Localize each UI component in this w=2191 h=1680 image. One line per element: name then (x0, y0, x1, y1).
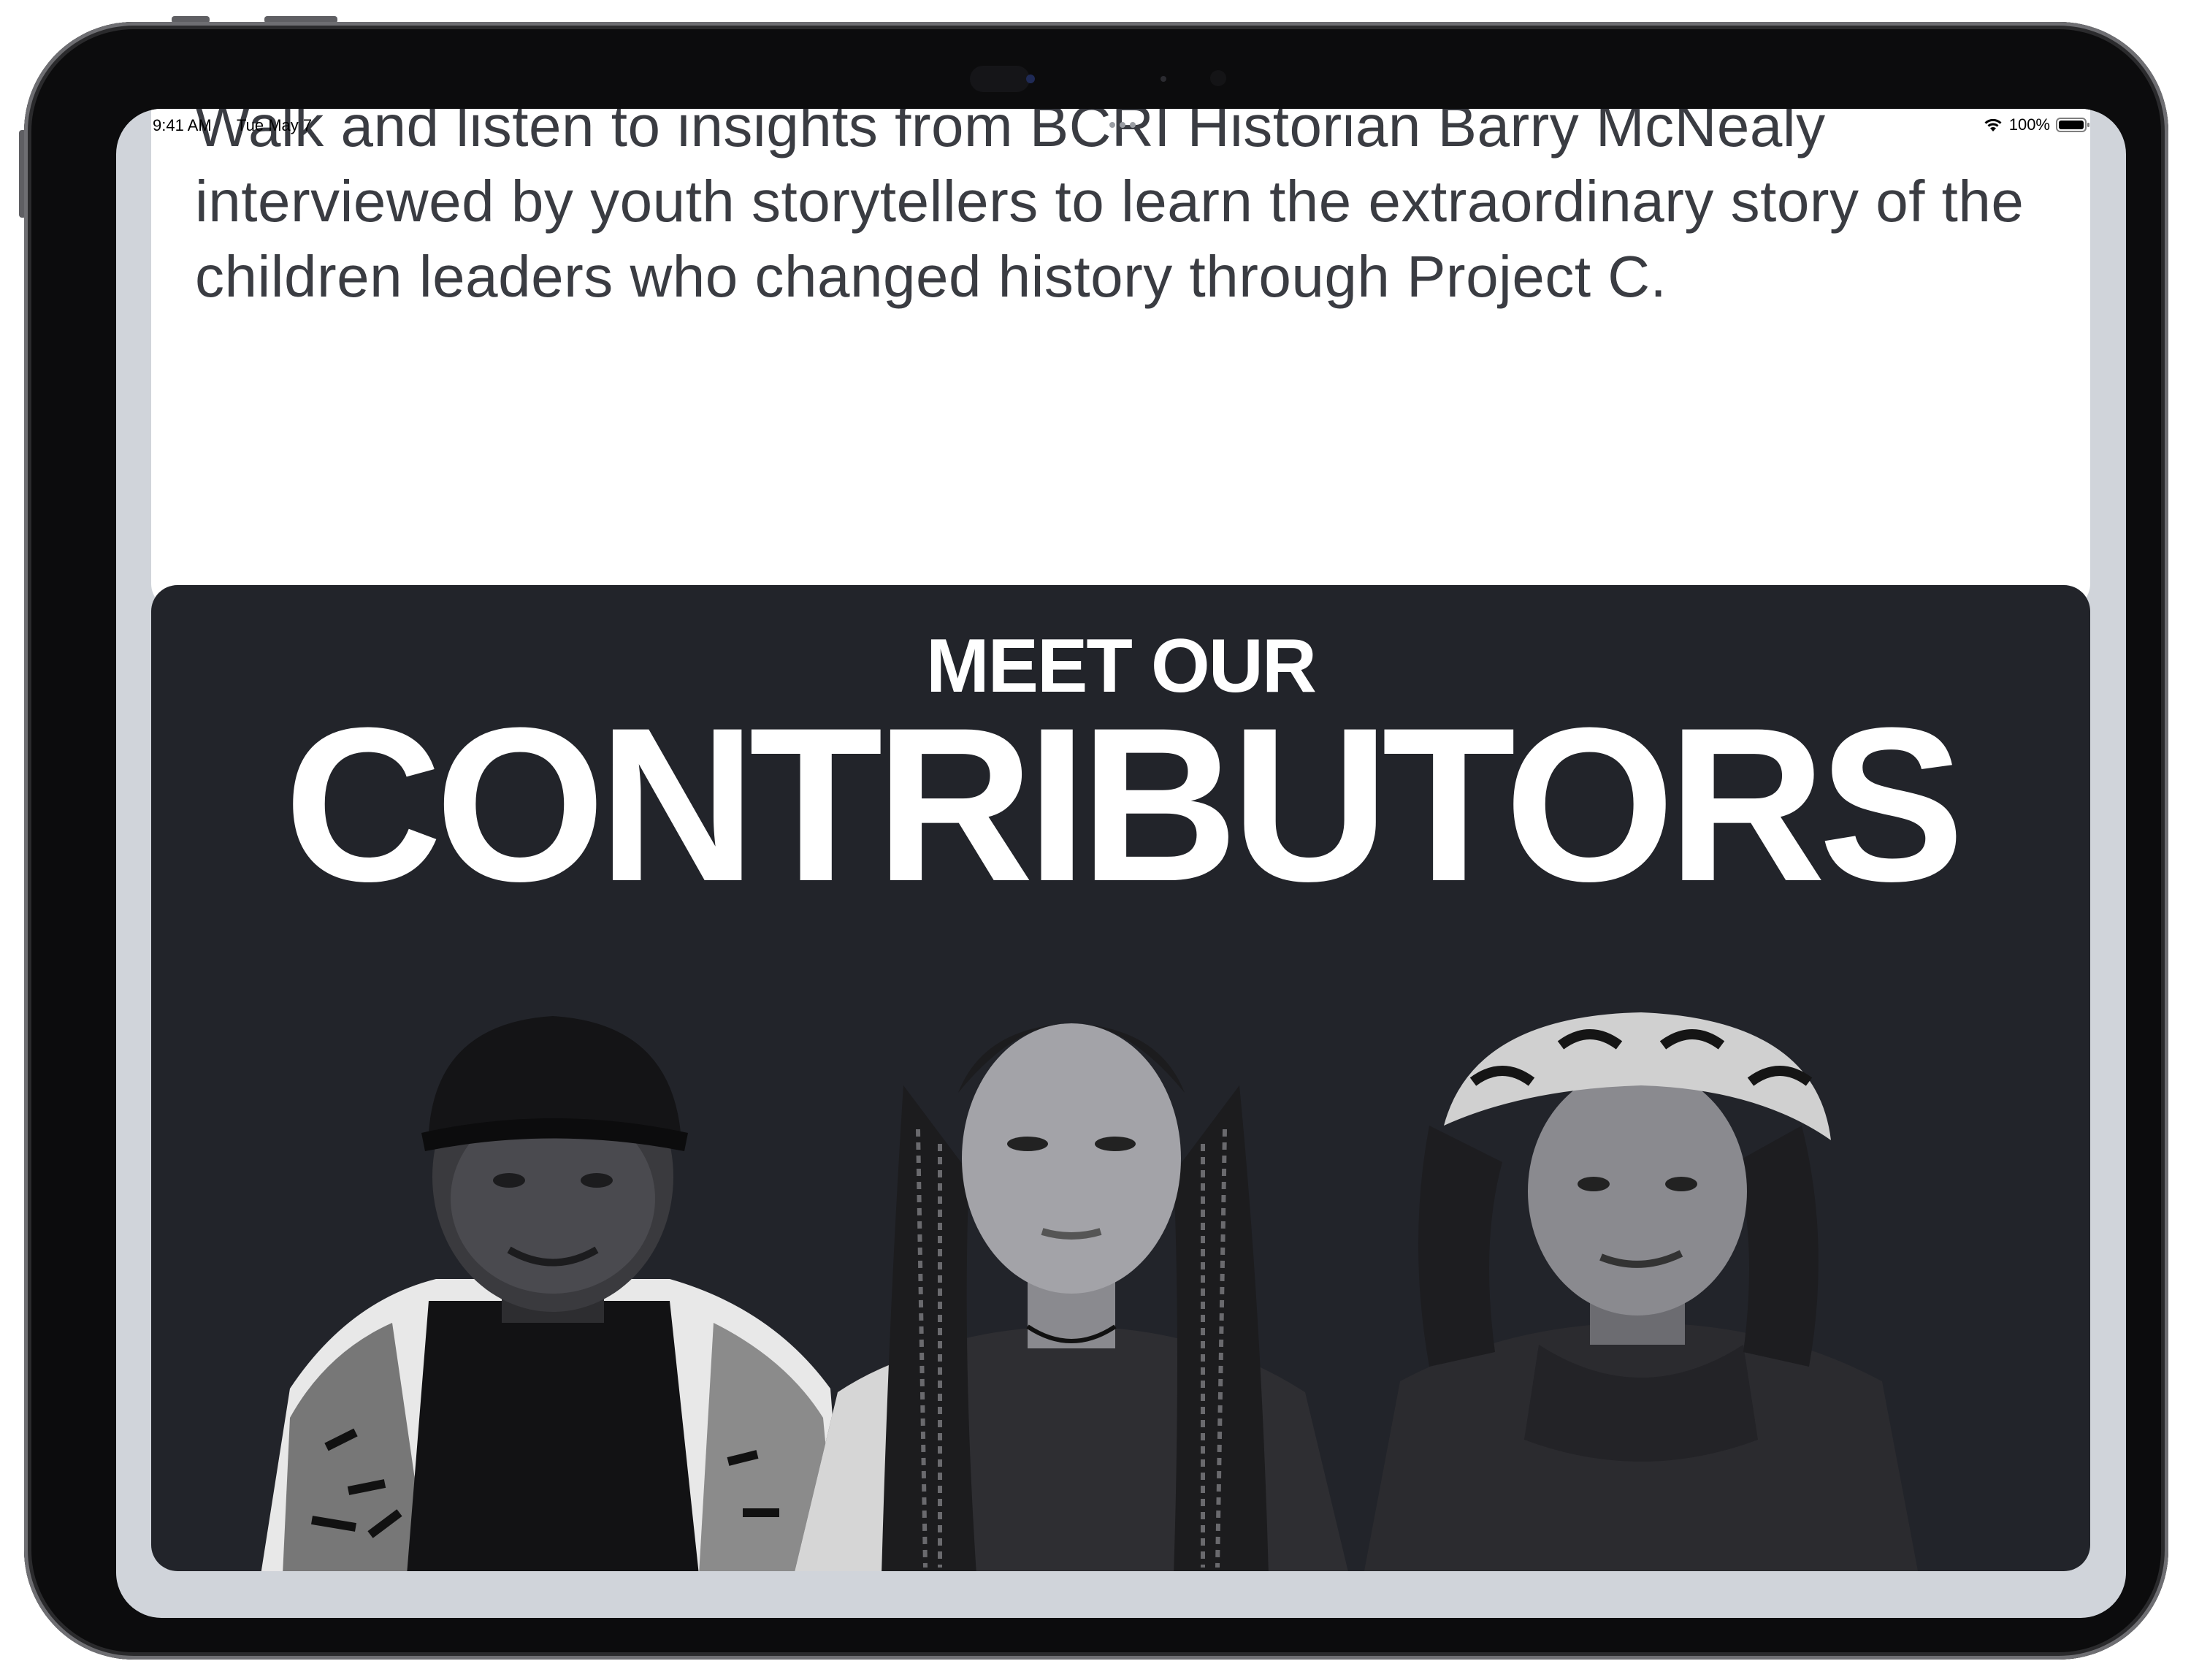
camera-lens (1026, 75, 1035, 83)
battery-percent: 100% (2008, 115, 2050, 134)
status-right: 100% (1983, 115, 2091, 134)
sensor-dot (1160, 76, 1166, 82)
status-time: 9:41 AM (153, 116, 212, 134)
multitasking-indicator[interactable] (1109, 122, 1136, 128)
status-date: Tue May 7 (237, 116, 313, 134)
battery-icon (2056, 117, 2091, 133)
screen: Walk and listen to insights from BCRI Hi… (116, 109, 2126, 1618)
intro-card: Walk and listen to insights from BCRI Hi… (151, 109, 2090, 610)
contributor-photo-left (261, 1009, 845, 1571)
camera-housing (970, 66, 1030, 92)
tablet-frame: Walk and listen to insights from BCRI Hi… (24, 22, 2168, 1660)
contributor-photo-right (1349, 1001, 1933, 1571)
sensor-dot-2 (1210, 70, 1226, 86)
wifi-icon (1983, 117, 2003, 133)
contributor-photo-center (794, 983, 1349, 1571)
contributors-card: MEET OUR CONTRIBUTORS (151, 585, 2090, 1571)
contributors-photo (151, 585, 2090, 1571)
